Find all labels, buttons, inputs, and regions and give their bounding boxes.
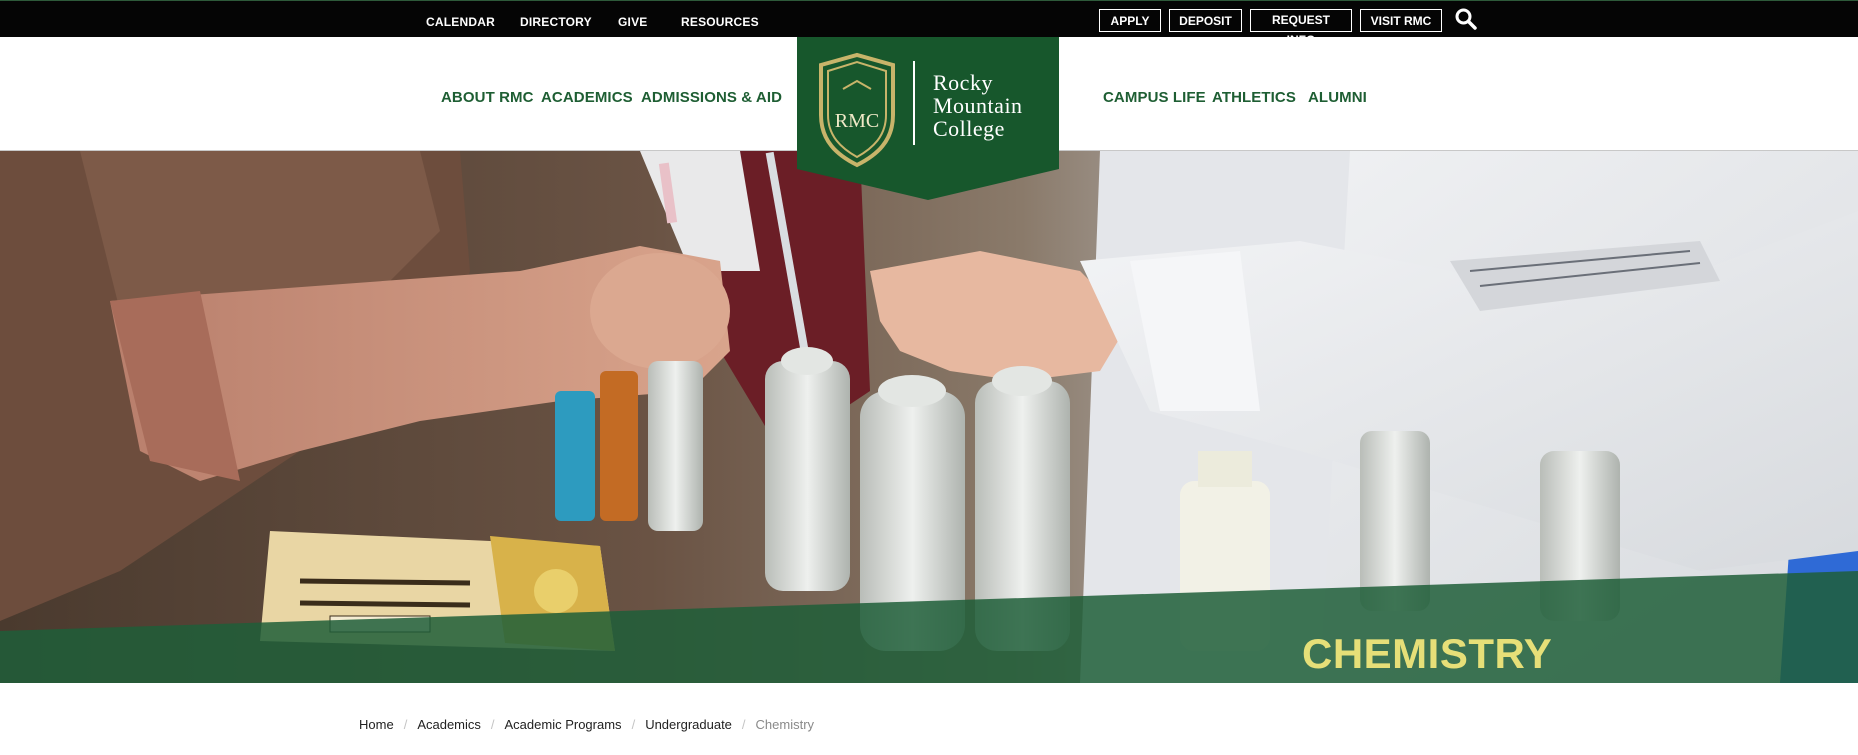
breadcrumb-home[interactable]: Home [359, 717, 394, 732]
breadcrumb: Home / Academics / Academic Programs / U… [359, 717, 814, 732]
hero-banner [0, 151, 1858, 683]
hero-lab-photo [0, 151, 1858, 683]
breadcrumb-separator: / [403, 717, 408, 732]
page: CALENDAR DIRECTORY GIVE RESOURCES APPLY … [0, 0, 1858, 755]
breadcrumb-undergraduate[interactable]: Undergraduate [645, 717, 732, 732]
nav-admissions-aid[interactable]: ADMISSIONS & AID [641, 89, 782, 106]
give-link[interactable]: GIVE [618, 15, 647, 29]
calendar-link[interactable]: CALENDAR [426, 15, 495, 29]
breadcrumb-separator: / [741, 717, 746, 732]
breadcrumb-academics[interactable]: Academics [417, 717, 481, 732]
directory-link[interactable]: DIRECTORY [520, 15, 592, 29]
deposit-button[interactable]: DEPOSIT [1169, 9, 1242, 32]
logo-monogram: RMC [835, 110, 879, 132]
logo-line-mountain: Mountain [933, 93, 1023, 118]
apply-button[interactable]: APPLY [1099, 9, 1161, 32]
logo-wordmark: Rocky Mountain College [933, 71, 1023, 140]
search-icon[interactable] [1454, 7, 1478, 31]
utility-bar: CALENDAR DIRECTORY GIVE RESOURCES APPLY … [0, 0, 1858, 47]
visit-rmc-button[interactable]: VISIT RMC [1360, 9, 1442, 32]
page-title: CHEMISTRY [1302, 630, 1553, 677]
nav-about-rmc[interactable]: ABOUT RMC [441, 89, 534, 106]
breadcrumb-academic-programs[interactable]: Academic Programs [505, 717, 622, 732]
nav-alumni[interactable]: ALUMNI [1308, 89, 1367, 106]
breadcrumb-separator: / [490, 717, 495, 732]
nav-athletics[interactable]: ATHLETICS [1212, 89, 1296, 106]
resources-link[interactable]: RESOURCES [681, 15, 759, 29]
request-info-button[interactable]: REQUEST INFO [1250, 9, 1352, 47]
breadcrumb-current: Chemistry [755, 717, 815, 732]
logo-line-rocky: Rocky [933, 70, 993, 95]
nav-campus-life[interactable]: CAMPUS LIFE [1103, 89, 1206, 106]
logo-line-college: College [933, 116, 1005, 141]
nav-academics[interactable]: ACADEMICS [541, 89, 633, 106]
breadcrumb-separator: / [631, 717, 636, 732]
